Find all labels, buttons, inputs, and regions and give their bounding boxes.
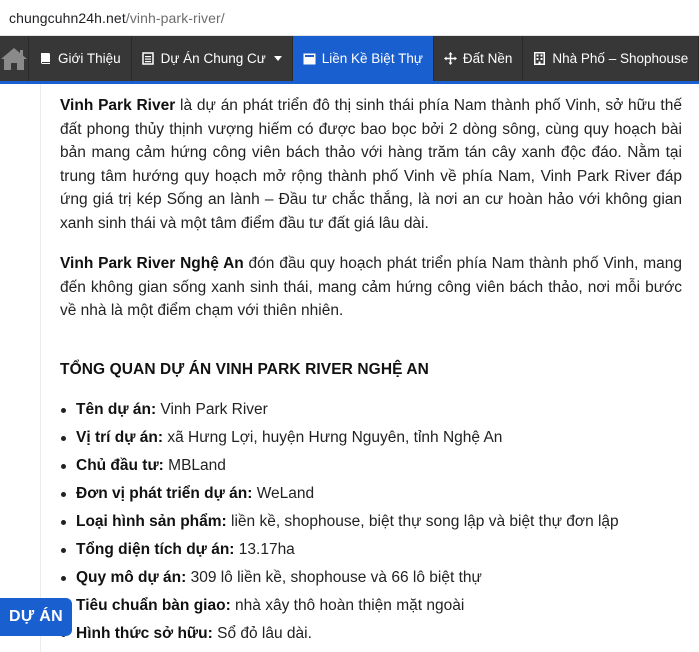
url-path: /vinh-park-river/ [125, 9, 225, 26]
nav-item-lien-ke-biet-thu[interactable]: Liền Kề Biệt Thự [292, 36, 434, 81]
nav-home[interactable] [0, 36, 29, 81]
nav-item-label: Nhà Phố – Shophouse [552, 51, 689, 66]
du-an-floating-button[interactable]: DỰ ÁN [0, 598, 72, 636]
content-divider [40, 84, 41, 652]
fact-key: Vị trí dự án: [76, 429, 164, 446]
list-item: Tên dự án: Vinh Park River [60, 396, 682, 424]
home-icon [1, 47, 27, 70]
nav-item-label: Đất Nền [462, 51, 513, 66]
list-item: Tổng diện tích dự án: 13.17ha [60, 536, 682, 564]
fact-key: Chủ đầu tư: [76, 457, 164, 474]
nav-item-label: Giới Thiệu [58, 51, 121, 66]
fact-value: Sổ đỏ lâu dài. [212, 625, 312, 642]
address-bar[interactable]: chungcuhn24h.net/vinh-park-river/ [0, 0, 699, 36]
fact-key: Tên dự án: [76, 401, 157, 418]
nav-item-nha-pho-shophouse[interactable]: Nhà Phố – Shophouse [523, 36, 699, 81]
nav-item-dat-nen[interactable]: Đất Nền [434, 36, 524, 81]
section-title: TỔNG QUAN DỰ ÁN VINH PARK RIVER NGHỆ AN [60, 360, 429, 378]
fact-key: Đơn vị phát triển dự án: [76, 485, 253, 502]
fact-key: Tiêu chuẩn bàn giao: [76, 597, 231, 614]
project-name-strong: Vinh Park River [60, 97, 176, 114]
list-item: Tiêu chuẩn bàn giao: nhà xây thô hoàn th… [60, 592, 682, 620]
fact-value: liền kề, shophouse, biệt thự song lập và… [226, 513, 619, 530]
fact-value: nhà xây thô hoàn thiện mặt ngoài [230, 597, 465, 614]
chevron-down-icon [273, 56, 282, 61]
fact-key: Quy mô dự án: [76, 569, 187, 586]
list-item: Loại hình sản phẩm: liền kề, shophouse, … [60, 508, 682, 536]
fact-value: 309 lô liền kề, shophouse và 66 lô biệt … [186, 569, 482, 586]
fact-key: Hình thức sở hữu: [76, 625, 213, 642]
project-fullname-strong: Vinh Park River Nghệ An [60, 255, 244, 272]
intro-text: là dự án phát triển đô thị sinh thái phí… [60, 97, 682, 232]
nav-item-du-an-chung-cu[interactable]: Dự Án Chung Cư [132, 36, 293, 81]
list-item: Chủ đầu tư: MBLand [60, 452, 682, 480]
nav-item-gioi-thieu[interactable]: Giới Thiệu [29, 36, 132, 81]
fact-key: Tổng diện tích dự án: [76, 541, 235, 558]
nav-item-label: Dự Án Chung Cư [160, 51, 266, 66]
article-content: Vinh Park River là dự án phát triển đô t… [60, 94, 682, 648]
fact-value: WeLand [252, 485, 315, 502]
list-item: Đơn vị phát triển dự án: WeLand [60, 480, 682, 508]
list-item: Quy mô dự án: 309 lô liền kề, shophouse … [60, 564, 682, 592]
move-icon [443, 52, 457, 65]
list-icon [142, 52, 155, 65]
fact-value: xã Hưng Lợi, huyện Hưng Nguyên, tỉnh Ngh… [163, 429, 503, 446]
fact-value: 13.17ha [234, 541, 295, 558]
fact-key: Loại hình sản phẩm: [76, 513, 227, 530]
list-item: Vị trí dự án: xã Hưng Lợi, huyện Hưng Ng… [60, 424, 682, 452]
project-facts-list: Tên dự án: Vinh Park River Vị trí dự án:… [60, 396, 682, 648]
second-paragraph: Vinh Park River Nghệ An đón đầu quy hoạc… [60, 252, 682, 323]
list-item: Hình thức sở hữu: Sổ đỏ lâu dài. [60, 620, 682, 648]
building-icon [533, 52, 546, 65]
card-icon [303, 52, 316, 65]
nav-item-label: Liền Kề Biệt Thự [321, 51, 423, 66]
book-icon [39, 52, 52, 65]
intro-paragraph: Vinh Park River là dự án phát triển đô t… [60, 94, 682, 235]
fact-value: Vinh Park River [156, 401, 268, 418]
url-host: chungcuhn24h.net [9, 9, 126, 26]
fact-value: MBLand [163, 457, 226, 474]
main-nav: Giới Thiệu Dự Án Chung Cư Liền Kề Biệt T… [0, 36, 699, 84]
